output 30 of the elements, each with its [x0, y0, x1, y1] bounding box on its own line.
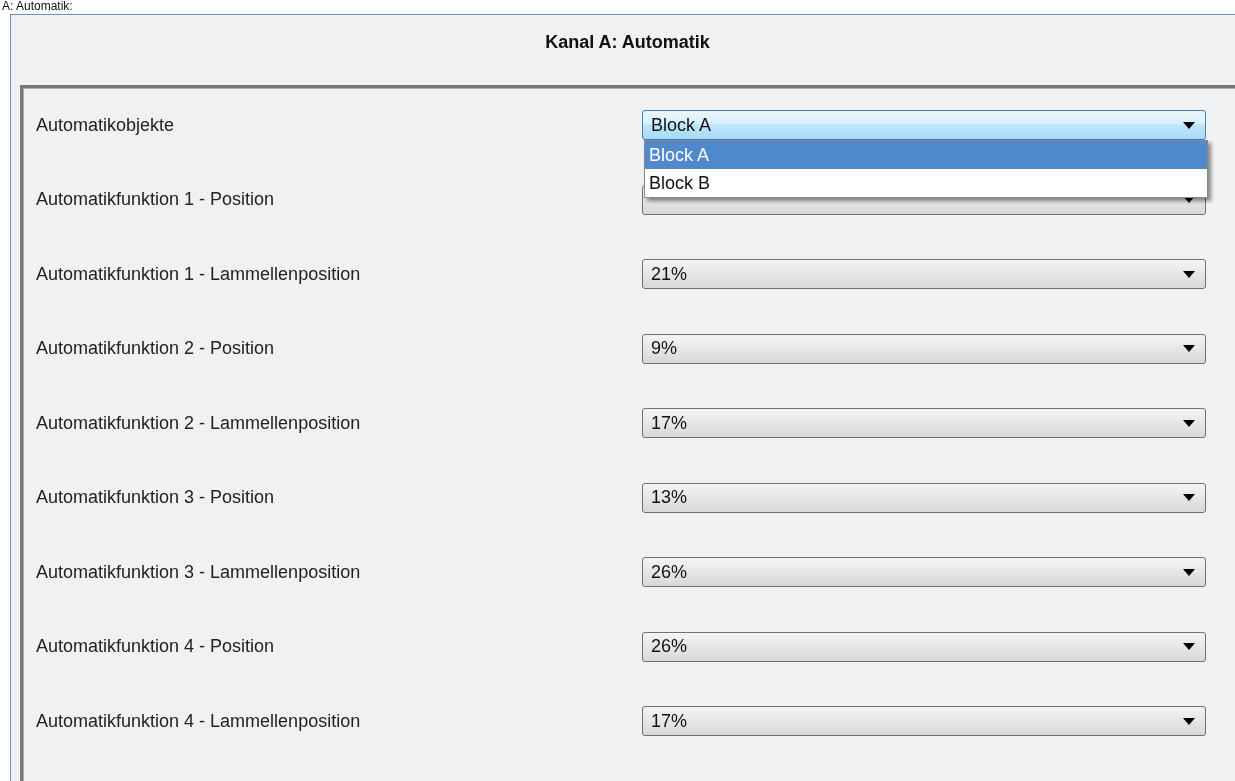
dropdown[interactable]: 26%	[642, 631, 1206, 662]
parameter-label: Automatikfunktion 4 - Lammellenposition	[36, 710, 362, 732]
caret-icon	[1183, 196, 1195, 203]
parameter-label: Automatikfunktion 1 - Lammellenposition	[36, 263, 362, 285]
parameter-label: Automatikfunktion 1 - Position	[36, 189, 276, 210]
dropdown[interactable]: 21%	[642, 259, 1206, 289]
parameter-label: Automatikfunktion 2 - Position	[36, 338, 276, 359]
dropdown[interactable]: 13%	[642, 482, 1206, 513]
dropdown[interactable]: 17%	[642, 706, 1206, 736]
parameter-label: Automatikfunktion 3 - Lammellenposition	[36, 561, 362, 583]
caret-icon	[1183, 643, 1195, 650]
dropdown-option[interactable]: Block B	[645, 169, 1207, 197]
caret-icon	[1183, 121, 1195, 129]
dropdown[interactable]: 9%	[642, 333, 1206, 364]
window-title: Kanal A: Automatik	[544, 31, 711, 54]
parameter-label: Automatikobjekte	[36, 114, 176, 136]
caret-icon	[1183, 494, 1195, 501]
dropdown[interactable]: 17%	[642, 408, 1206, 438]
caret-icon	[1183, 419, 1195, 427]
parameter-label: Automatikfunktion 4 - Position	[36, 636, 276, 657]
caption: A: Automatik:	[1, 0, 74, 13]
caret-icon	[1183, 270, 1195, 278]
caret-icon	[1183, 717, 1195, 725]
caret-icon	[1183, 345, 1195, 352]
dropdown-option[interactable]: Block A	[645, 141, 1207, 169]
dropdown[interactable]: 26%	[642, 557, 1206, 587]
parameter-label: Automatikfunktion 2 - Lammellenposition	[36, 412, 362, 434]
dropdown[interactable]: Block A	[642, 110, 1206, 140]
parameter-label: Automatikfunktion 3 - Position	[36, 487, 276, 508]
caret-icon	[1183, 568, 1195, 576]
